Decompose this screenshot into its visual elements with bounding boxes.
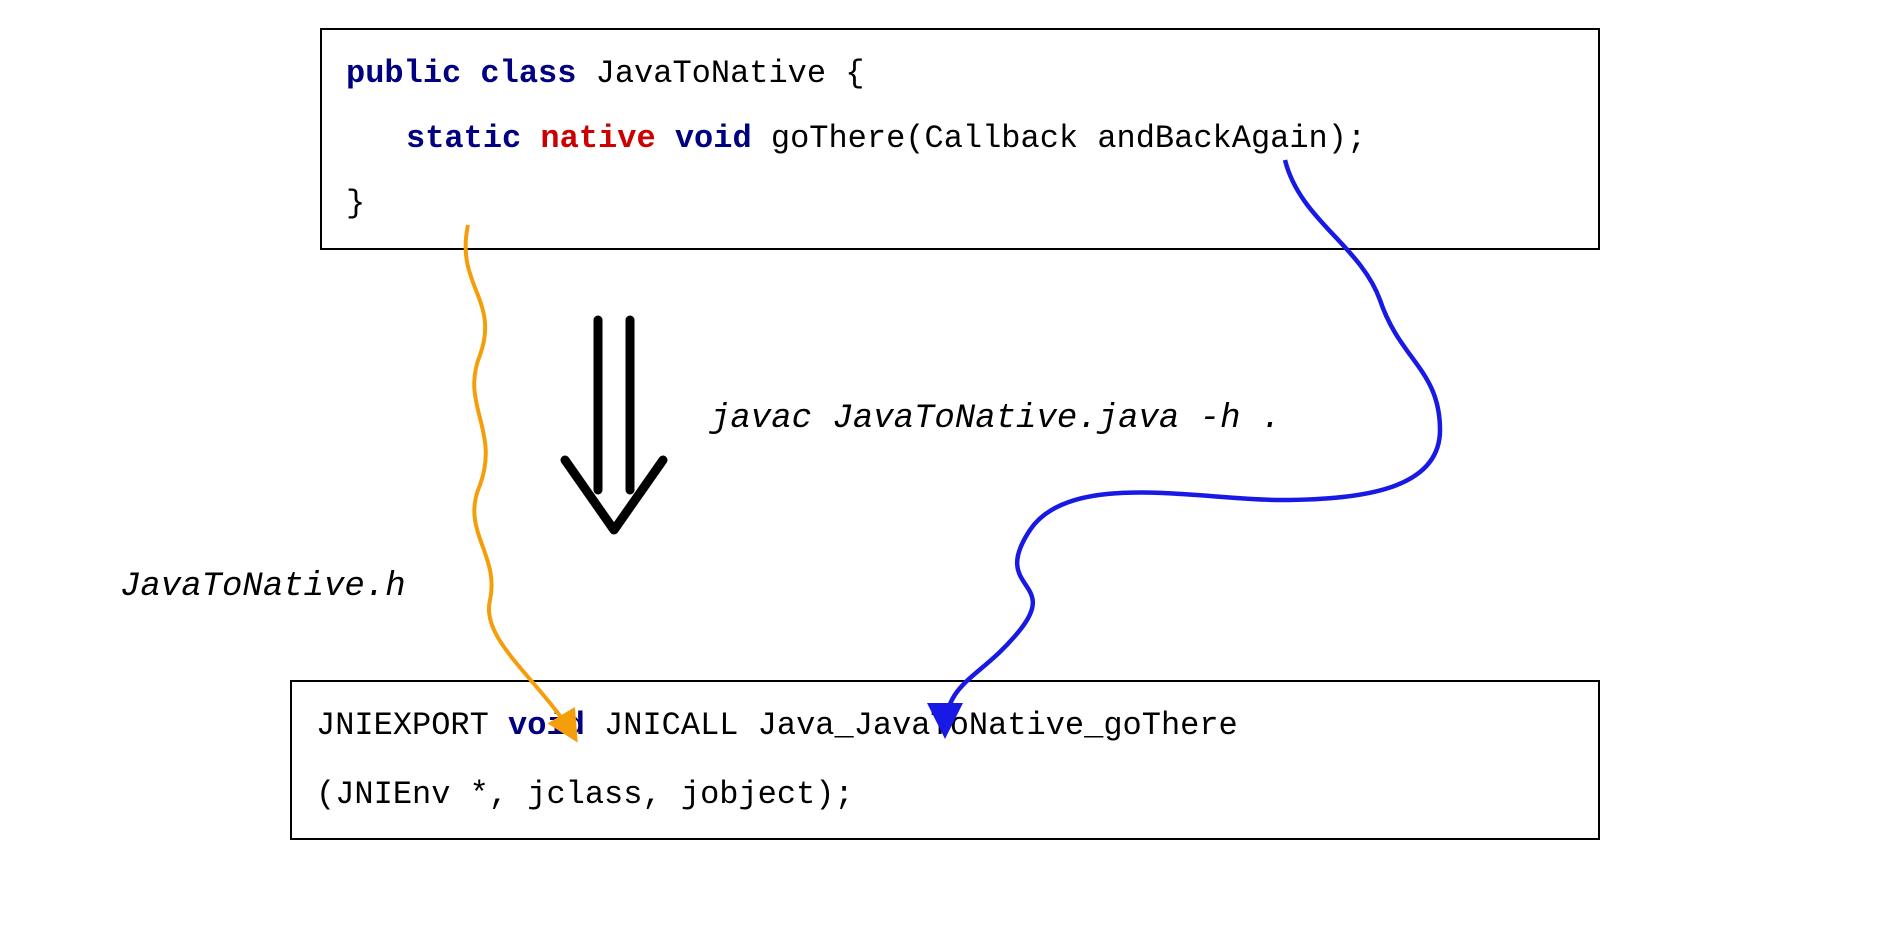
header-file-label: JavaToNative.h (120, 568, 406, 606)
c-header-box: JNIEXPORT void JNICALL Java_JavaToNative… (290, 680, 1600, 840)
keyword-static: static (406, 120, 521, 157)
c-line-1: JNIEXPORT void JNICALL Java_JavaToNative… (316, 700, 1574, 751)
orange-wavy-arrow (466, 225, 575, 738)
keyword-void: void (675, 120, 752, 157)
big-down-arrow (565, 320, 663, 530)
keyword-class: class (480, 55, 576, 92)
jnicall-fn: JNICALL Java_JavaToNative_goThere (585, 707, 1238, 744)
c-line-2: (JNIEnv *, jclass, jobject); (316, 769, 1574, 820)
closing-brace: } (346, 185, 365, 222)
method-signature: goThere(Callback andBackAgain); (771, 120, 1366, 157)
java-code-box: public class JavaToNative { static nativ… (320, 28, 1600, 250)
keyword-public: public (346, 55, 461, 92)
keyword-void-c: void (508, 707, 585, 744)
keyword-native: native (540, 120, 655, 157)
javac-command: javac JavaToNative.java -h . (710, 400, 1281, 438)
c-params: (JNIEnv *, jclass, jobject); (316, 776, 854, 813)
java-line-2: static native void goThere(Callback andB… (346, 113, 1574, 164)
java-line-1: public class JavaToNative { (346, 48, 1574, 99)
class-name: JavaToNative { (596, 55, 865, 92)
jniexport: JNIEXPORT (316, 707, 508, 744)
java-line-3: } (346, 178, 1574, 229)
